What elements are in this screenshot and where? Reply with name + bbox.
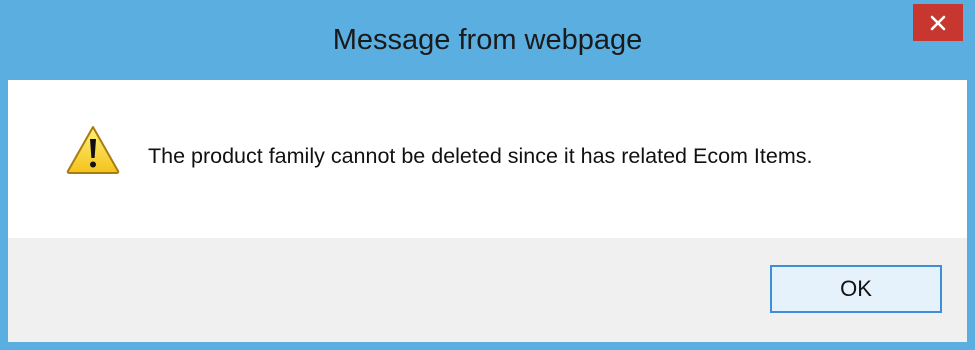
warning-icon — [66, 125, 120, 175]
dialog-title: Message from webpage — [332, 24, 643, 56]
button-area: OK — [8, 238, 967, 342]
message-dialog: Message from webpage The product family … — [0, 0, 975, 350]
title-bar[interactable]: Message from webpage — [0, 0, 975, 80]
close-button[interactable] — [913, 4, 963, 41]
dialog-body: The product family cannot be deleted sin… — [8, 80, 967, 342]
message-area: The product family cannot be deleted sin… — [8, 80, 967, 238]
message-text: The product family cannot be deleted sin… — [148, 144, 813, 168]
ok-button[interactable]: OK — [770, 265, 942, 313]
close-icon — [930, 15, 946, 31]
